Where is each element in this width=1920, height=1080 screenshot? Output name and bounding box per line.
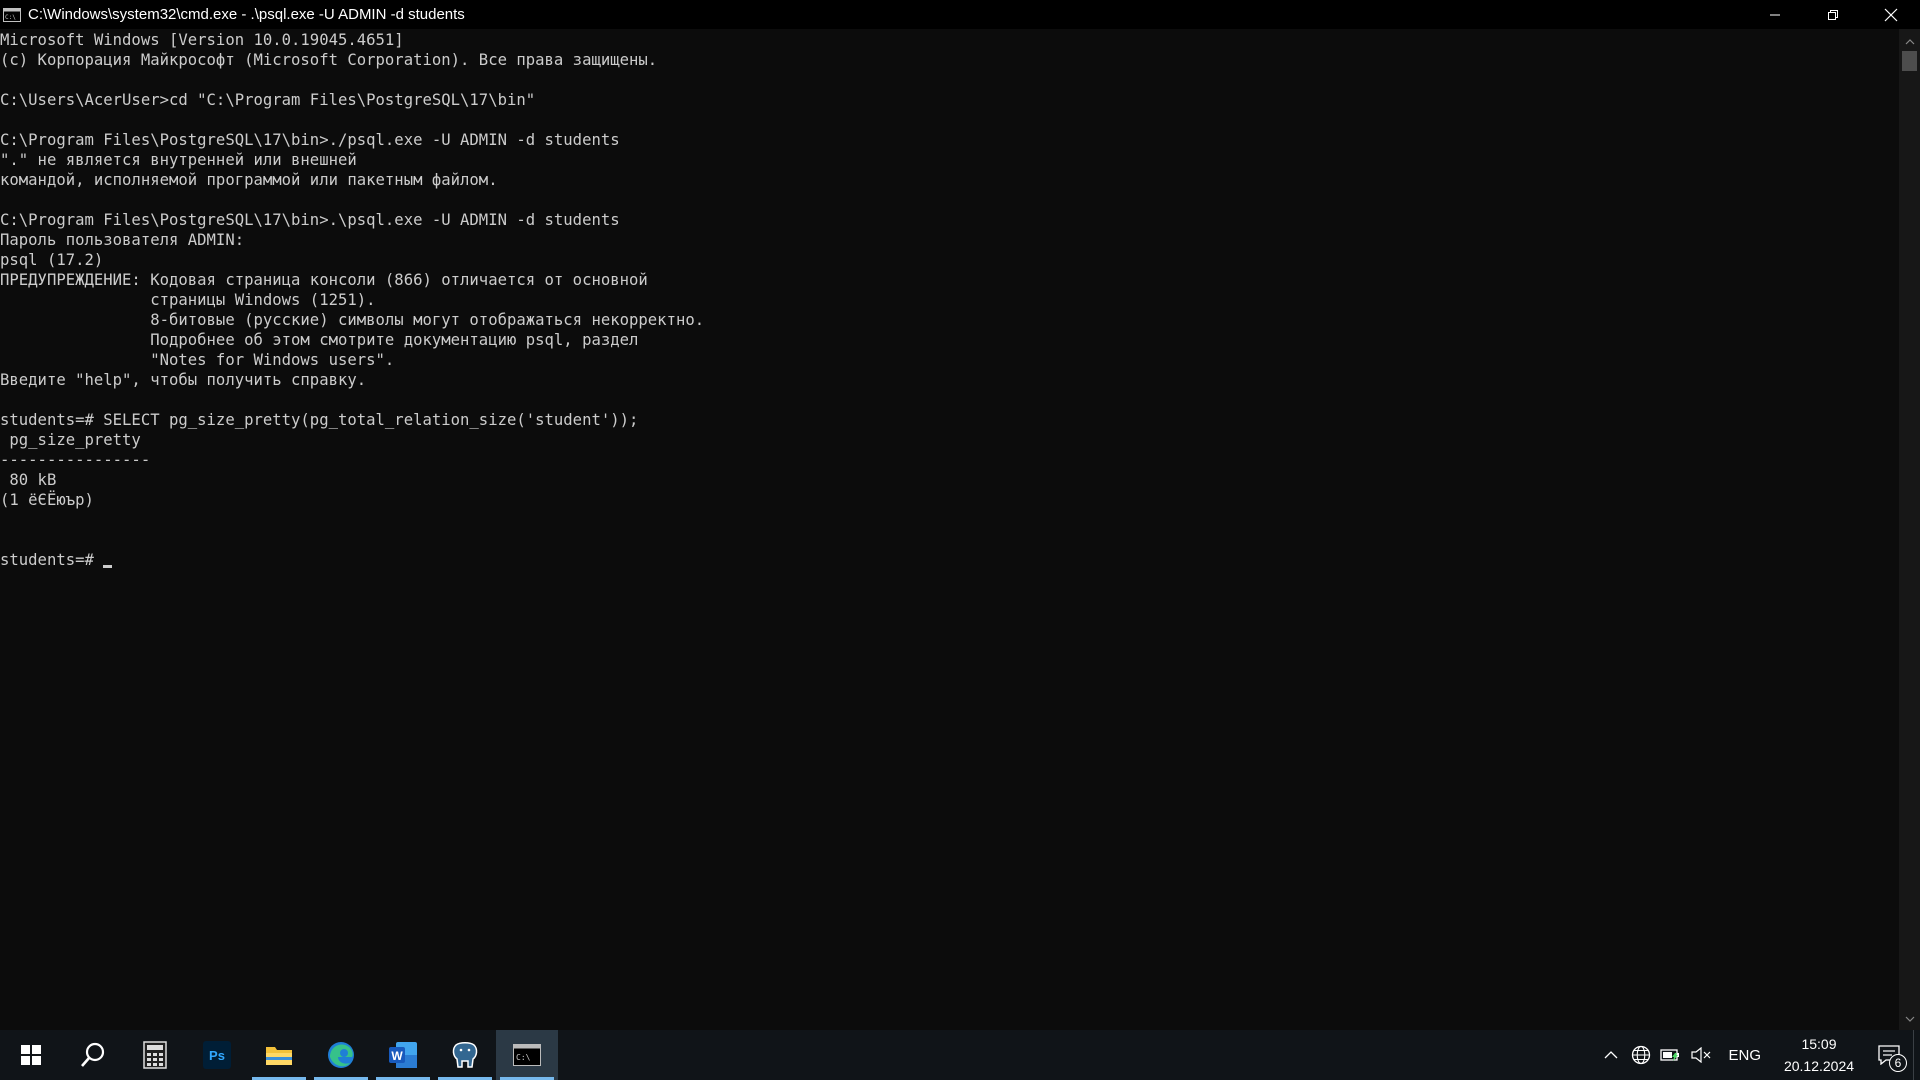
notification-count-badge: 6	[1889, 1054, 1907, 1072]
taskbar-app-word[interactable]: W	[372, 1030, 434, 1080]
elephant-icon	[452, 1042, 478, 1068]
taskbar-app-cmd[interactable]: C:\	[496, 1030, 558, 1080]
vertical-scrollbar[interactable]	[1899, 29, 1920, 1030]
minimize-button[interactable]	[1746, 0, 1804, 29]
taskbar-app-calculator[interactable]	[124, 1030, 186, 1080]
word-icon: W	[389, 1042, 417, 1068]
start-button[interactable]	[0, 1030, 62, 1080]
cmd-icon: C:\	[2, 7, 22, 23]
clock-time: 15:09	[1801, 1036, 1837, 1052]
chevron-up-icon	[1605, 1051, 1618, 1059]
action-center-button[interactable]: 6	[1865, 1030, 1913, 1080]
restore-icon	[1828, 9, 1838, 20]
battery-charging-icon	[1660, 1049, 1680, 1061]
taskbar-app-pgadmin[interactable]	[434, 1030, 496, 1080]
globe-icon	[1632, 1045, 1651, 1065]
minimize-icon	[1770, 14, 1780, 15]
search-button[interactable]	[62, 1030, 124, 1080]
edge-icon	[328, 1042, 354, 1068]
network-button[interactable]	[1626, 1030, 1656, 1080]
photoshop-icon: Ps	[203, 1041, 231, 1069]
cmd-window: C:\ C:\Windows\system32\cmd.exe - .\psql…	[0, 0, 1920, 1030]
close-icon	[1884, 8, 1898, 21]
clock[interactable]: 15:09 20.12.2024	[1773, 1033, 1865, 1077]
taskbar: Ps W C:\ ENG 15:09 20.12.2024 6	[0, 1030, 1920, 1080]
svg-text:C:\: C:\	[5, 14, 16, 21]
system-tray: ENG 15:09 20.12.2024 6	[1596, 1030, 1920, 1080]
prompt: students=#	[0, 551, 94, 569]
svg-text:C:\: C:\	[516, 1053, 531, 1062]
taskbar-app-edge[interactable]	[310, 1030, 372, 1080]
scroll-down-button[interactable]	[1899, 1010, 1920, 1028]
window-title: C:\Windows\system32\cmd.exe - .\psql.exe…	[28, 6, 465, 23]
restore-button[interactable]	[1804, 0, 1862, 29]
clock-date: 20.12.2024	[1783, 1058, 1855, 1074]
text-cursor	[102, 565, 112, 568]
console-output[interactable]: Microsoft Windows [Version 10.0.19045.46…	[0, 29, 1899, 1030]
show-desktop-button[interactable]	[1913, 1030, 1920, 1080]
windows-logo-icon	[21, 1045, 41, 1065]
window-controls	[1746, 0, 1920, 29]
console-text: Microsoft Windows [Version 10.0.19045.46…	[0, 31, 705, 509]
title-bar[interactable]: C:\ C:\Windows\system32\cmd.exe - .\psql…	[0, 0, 1920, 29]
terminal-icon: C:\	[513, 1044, 541, 1066]
input-language-button[interactable]: ENG	[1716, 1047, 1773, 1064]
battery-button[interactable]	[1656, 1030, 1686, 1080]
volume-button[interactable]	[1686, 1030, 1716, 1080]
show-hidden-icons-button[interactable]	[1596, 1030, 1626, 1080]
taskbar-app-photoshop[interactable]: Ps	[186, 1030, 248, 1080]
prompt-line[interactable]: students=#	[0, 550, 1899, 570]
calculator-icon	[143, 1041, 167, 1069]
chevron-up-icon	[1905, 39, 1914, 45]
folder-icon	[266, 1047, 292, 1065]
taskbar-app-file-explorer[interactable]	[248, 1030, 310, 1080]
svg-text:Ps: Ps	[209, 1048, 225, 1063]
chevron-down-icon	[1905, 1016, 1914, 1022]
scroll-up-button[interactable]	[1899, 33, 1920, 51]
svg-text:W: W	[391, 1049, 403, 1063]
close-button[interactable]	[1862, 0, 1920, 29]
volume-muted-icon	[1691, 1047, 1711, 1063]
search-icon	[81, 1042, 105, 1067]
scroll-thumb[interactable]	[1902, 51, 1917, 71]
